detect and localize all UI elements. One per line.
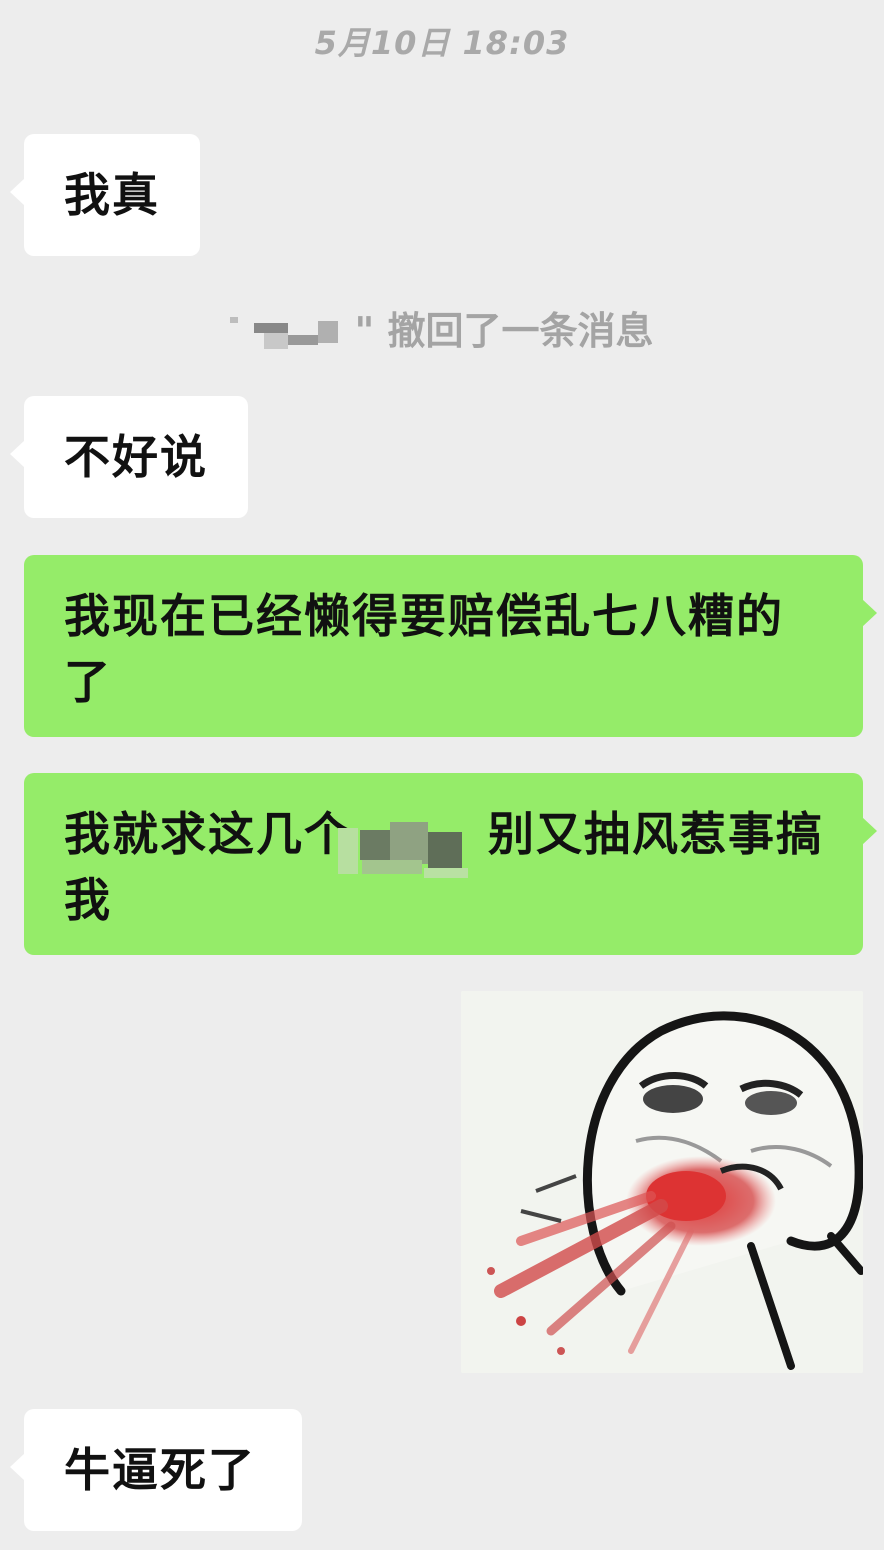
chat-timestamp: 5月10日 18:03 [314, 24, 570, 62]
message-text: 牛逼死了 [64, 1443, 256, 1497]
recall-notice: " 撤回了一条消息 [0, 300, 884, 355]
message-text-part: 别又抽风惹事搞 [488, 807, 824, 861]
message-text: 我真 [64, 168, 160, 222]
incoming-message-bubble[interactable]: 我真 [10, 134, 200, 256]
incoming-message-bubble[interactable]: 不好说 [10, 396, 248, 518]
masked-username [230, 303, 346, 353]
message-text-line2: 了 [64, 655, 112, 709]
message-text: 不好说 [64, 430, 208, 484]
outgoing-message-bubble[interactable]: 我现在已经懒得要赔偿乱七八糟的 了 [24, 555, 877, 737]
recall-notice-text: " 撤回了一条消息 [354, 309, 654, 353]
blood-spitting-meme-face-icon [461, 991, 863, 1373]
mosaic-blur [338, 810, 478, 882]
message-text-part: 我就求这几个 [64, 807, 352, 861]
incoming-message-bubble[interactable]: 牛逼死了 [10, 1409, 302, 1531]
sticker-image[interactable] [461, 991, 863, 1373]
message-text-line1: 我现在已经懒得要赔偿乱七八糟的 [64, 589, 784, 643]
